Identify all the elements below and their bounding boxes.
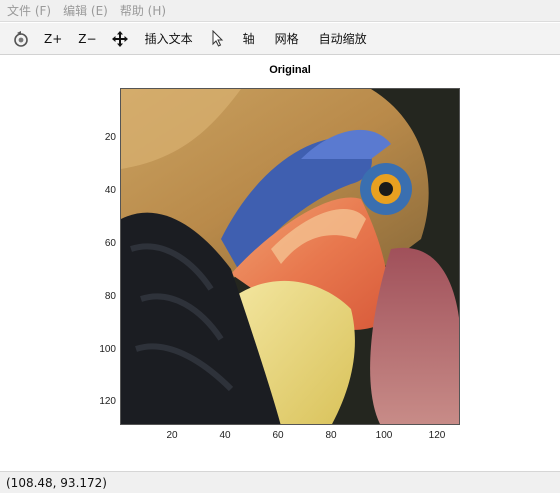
y-tick-label: 40 xyxy=(104,185,116,196)
y-tick-label: 100 xyxy=(99,344,116,355)
zoom-in-label: Z+ xyxy=(44,31,63,46)
x-tick-label: 60 xyxy=(272,430,284,441)
x-tick-label: 20 xyxy=(166,430,178,441)
y-tick-label: 120 xyxy=(99,396,116,407)
pan-button[interactable] xyxy=(105,26,135,52)
select-pointer-button[interactable] xyxy=(203,26,233,52)
autoscale-button[interactable]: 自动缩放 xyxy=(309,26,377,52)
axis-label: 轴 xyxy=(242,32,255,46)
plot-title: Original xyxy=(269,64,311,76)
menu-file[interactable]: 文件 (F) xyxy=(4,2,60,19)
status-bar: (108.48, 93.172) xyxy=(0,471,560,493)
image-axes[interactable] xyxy=(120,88,460,425)
x-tick-label: 40 xyxy=(219,430,231,441)
reset-view-button[interactable] xyxy=(6,26,36,52)
y-tick-label: 60 xyxy=(104,238,116,249)
menu-bar: 文件 (F) 编辑 (E) 帮助 (H) xyxy=(0,0,560,22)
x-tick-label: 120 xyxy=(428,430,446,441)
grid-label: 网格 xyxy=(274,32,299,46)
axis-toggle-button[interactable]: 轴 xyxy=(233,26,265,52)
x-tick-label: 100 xyxy=(375,430,393,441)
menu-help[interactable]: 帮助 (H) xyxy=(117,2,175,19)
autoscale-label: 自动缩放 xyxy=(318,32,367,46)
rotate-reset-icon xyxy=(14,30,28,47)
zoom-out-label: Z− xyxy=(78,31,97,46)
zoom-out-button[interactable]: Z− xyxy=(70,26,104,52)
cursor-pointer-icon xyxy=(212,29,223,47)
insert-text-label: 插入文本 xyxy=(144,32,193,46)
grid-toggle-button[interactable]: 网格 xyxy=(265,26,309,52)
figure-canvas[interactable]: Original 20 40 60 80 100 120 20 40 60 80… xyxy=(0,56,560,471)
x-tick-label: 80 xyxy=(325,430,337,441)
toolbar: Z+ Z− 插入文本 轴 网格 自动缩放 xyxy=(0,23,560,55)
cursor-coordinates: (108.48, 93.172) xyxy=(6,475,107,490)
move-arrows-icon xyxy=(111,30,128,47)
zoom-in-button[interactable]: Z+ xyxy=(36,26,70,52)
y-tick-label: 20 xyxy=(104,132,116,143)
insert-text-button[interactable]: 插入文本 xyxy=(135,26,203,52)
menu-edit[interactable]: 编辑 (E) xyxy=(60,2,117,19)
y-tick-label: 80 xyxy=(104,291,116,302)
bird-image xyxy=(121,89,459,424)
